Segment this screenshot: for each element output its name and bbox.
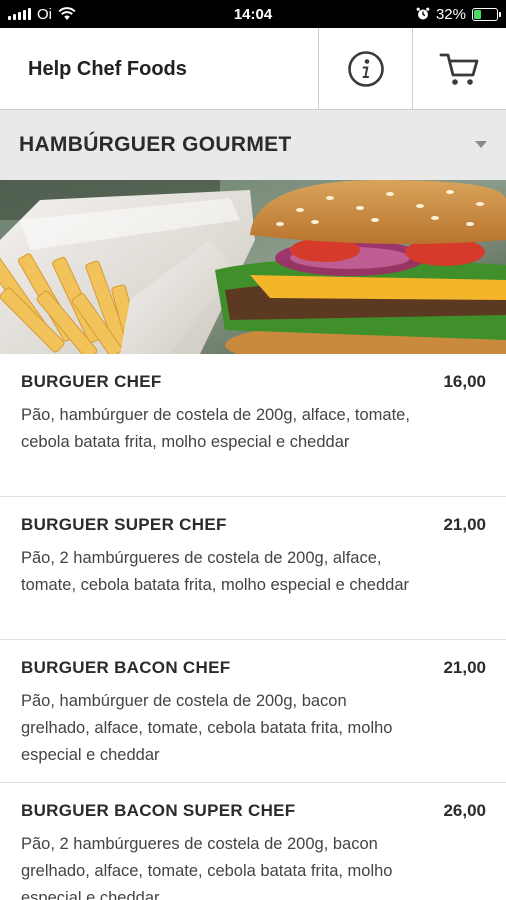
item-name: BURGUER BACON SUPER CHEF	[21, 801, 296, 820]
battery-percent: 32%	[435, 5, 466, 23]
item-price: 16,00	[443, 372, 486, 391]
menu-item[interactable]: BURGUER CHEF 16,00 Pão, hambúrguer de co…	[0, 354, 506, 497]
category-label: HAMBÚRGUER GOURMET	[19, 133, 292, 156]
item-name: BURGUER SUPER CHEF	[21, 515, 227, 534]
item-description: Pão, hambúrguer de costela de 200g, baco…	[21, 692, 393, 764]
app-title: Help Chef Foods	[28, 58, 187, 80]
menu-item[interactable]: BURGUER BACON SUPER CHEF 26,00 Pão, 2 ha…	[0, 783, 506, 900]
info-circle-icon	[347, 51, 384, 87]
battery-level	[474, 9, 481, 19]
item-description: Pão, hambúrguer de costela de 200g, alfa…	[21, 406, 410, 451]
menu-list: BURGUER CHEF 16,00 Pão, hambúrguer de co…	[0, 354, 506, 900]
item-description: Pão, 2 hambúrgueres de costela de 200g, …	[21, 835, 393, 900]
shopping-cart-icon	[439, 53, 478, 85]
status-bar: Oi 14:04 32%	[0, 0, 506, 28]
burger-fries-illustration	[0, 180, 506, 354]
status-right: 32%	[416, 0, 501, 28]
cart-button[interactable]	[412, 28, 506, 110]
menu-item[interactable]: BURGUER BACON CHEF 21,00 Pão, hambúrguer…	[0, 640, 506, 783]
category-banner-image	[0, 180, 506, 354]
category-select[interactable]: HAMBÚRGUER GOURMET	[0, 110, 506, 180]
dropdown-arrow-icon	[475, 141, 487, 148]
item-price: 26,00	[443, 801, 486, 820]
item-price: 21,00	[443, 515, 486, 534]
battery-icon	[472, 7, 501, 21]
item-description: Pão, 2 hambúrgueres de costela de 200g, …	[21, 549, 409, 594]
item-name: BURGUER CHEF	[21, 372, 162, 391]
info-button[interactable]	[318, 28, 412, 110]
menu-item[interactable]: BURGUER SUPER CHEF 21,00 Pão, 2 hambúrgu…	[0, 497, 506, 640]
item-name: BURGUER BACON CHEF	[21, 658, 231, 677]
app-header: Help Chef Foods	[0, 28, 506, 110]
alarm-icon	[416, 7, 430, 20]
item-price: 21,00	[443, 658, 486, 677]
